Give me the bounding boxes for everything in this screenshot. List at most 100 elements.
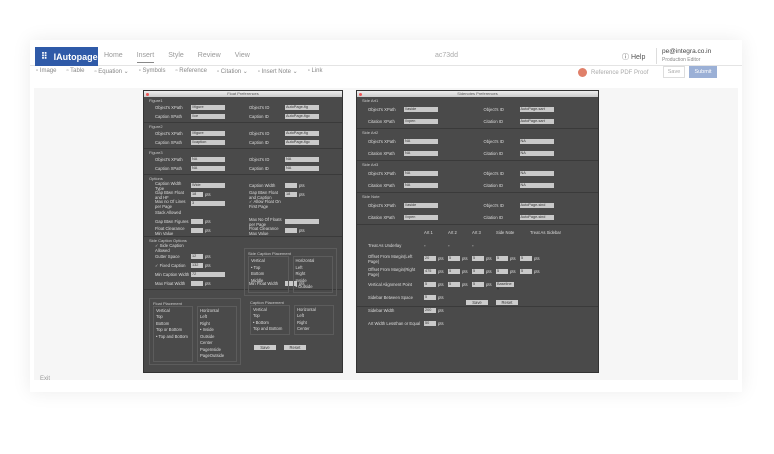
field-input[interactable]: 12 <box>191 254 203 259</box>
radio-option[interactable]: Middle <box>251 278 286 285</box>
radio-option[interactable]: • Outside <box>296 284 331 291</box>
field-input[interactable]: 72 <box>191 272 225 277</box>
value-input[interactable]: 5 <box>472 282 484 287</box>
toolbar-equation-button[interactable]: ▫ Equation ⌄ <box>95 68 129 75</box>
value-input[interactable]: 200 <box>424 308 436 313</box>
field-input[interactable]: 132 <box>191 263 203 268</box>
tab-insert[interactable]: Insert <box>136 52 155 63</box>
field-input[interactable]: NA <box>519 182 554 188</box>
toolbar-image-button[interactable]: ▫ Image <box>36 68 56 75</box>
field-input[interactable]: //xpen <box>404 214 438 220</box>
value-input[interactable]: 5 <box>424 282 436 287</box>
reset-button[interactable]: Reset <box>496 300 518 305</box>
tab-view[interactable]: View <box>235 52 250 63</box>
field-input[interactable]: AutoPage-sart <box>519 118 554 124</box>
user-menu[interactable]: pe@integra.co.in Production Editor <box>656 48 711 64</box>
field-input[interactable]: AutoPage-fig <box>285 131 319 136</box>
toolbar-symbols-button[interactable]: ▫ Symbols <box>139 68 166 75</box>
field-input[interactable]: AutoPage-sind <box>519 214 554 220</box>
reference-pdf-proof-button[interactable]: Reference PDF Proof <box>578 68 648 77</box>
value-input[interactable]: 20 <box>424 256 436 261</box>
radio-option[interactable]: PageOutside <box>200 353 234 360</box>
field-input[interactable]: NA <box>404 150 438 156</box>
unit-label: pts <box>486 269 492 274</box>
value-input[interactable]: 5 <box>496 269 508 274</box>
value-cell: 5 pts <box>472 269 496 274</box>
save-button[interactable]: Save <box>663 66 685 78</box>
field-input[interactable] <box>191 219 203 224</box>
field-input[interactable]: 18 <box>285 192 297 197</box>
field-input[interactable]: //aside <box>404 202 438 208</box>
field: Object's XPath NA <box>149 157 243 162</box>
tab-review[interactable]: Review <box>198 52 221 63</box>
radio-option[interactable]: Top and Bottom <box>253 326 287 333</box>
exit-link[interactable]: Exit <box>40 376 50 382</box>
alignment-select[interactable]: Baseline ▾ <box>496 282 514 291</box>
toolbar-insertnote-button[interactable]: ▫ Insert Note ⌄ <box>258 68 298 75</box>
field-input[interactable] <box>191 281 203 286</box>
field-input[interactable]: NA <box>519 138 554 144</box>
tab-home[interactable]: Home <box>104 52 123 63</box>
field-input[interactable]: AutoPage-figc <box>285 114 319 119</box>
field-input[interactable]: //ce <box>191 114 225 119</box>
app-brand-button[interactable]: ⠿ IAutopage <box>35 47 98 66</box>
radio-option[interactable]: Center <box>297 326 331 333</box>
value-input[interactable]: 50 <box>424 321 436 326</box>
value-input[interactable]: 5 <box>448 256 460 261</box>
field: Citation ID AutoPage-sind <box>478 214 594 220</box>
field-input[interactable] <box>191 228 203 233</box>
field-input[interactable]: //figure <box>191 131 225 136</box>
field-input[interactable]: NA <box>404 182 438 188</box>
radio-option[interactable]: • Top and Bottom <box>156 334 190 341</box>
value-input[interactable]: 5 <box>448 269 460 274</box>
value-input[interactable]: 5 <box>448 282 460 287</box>
value-input[interactable]: 5 <box>472 256 484 261</box>
field-input[interactable]: NA <box>404 170 438 176</box>
field-input[interactable]: NA <box>285 157 319 162</box>
unit-label: pts <box>205 254 211 259</box>
field-input[interactable]: AutoPage-sart <box>519 106 554 112</box>
value-input[interactable]: 5 <box>520 256 532 261</box>
field-input[interactable]: NA <box>191 157 225 162</box>
toolbar-citation-button[interactable]: ▫ Citation ⌄ <box>217 68 248 75</box>
toolbar-table-button[interactable]: ▫ Table <box>66 68 84 75</box>
field: ✓ Side Caption Allowed <box>149 243 243 253</box>
field-input[interactable]: 18 <box>191 192 203 197</box>
field-input[interactable] <box>285 219 319 224</box>
field-input[interactable]: Wide <box>191 183 225 188</box>
field-label: Caption XPath <box>155 140 183 145</box>
tab-style[interactable]: Style <box>168 52 184 63</box>
field-input[interactable]: NA <box>191 166 225 171</box>
field-input[interactable]: //figure <box>191 105 225 110</box>
field: Float Clearance Min Value pts <box>149 226 243 236</box>
toolbar-reference-button[interactable]: ▫ Reference <box>176 68 207 75</box>
field-input[interactable]: //xpen <box>404 118 438 124</box>
toolbar-link-button[interactable]: ▫ Link <box>308 68 323 75</box>
submit-button[interactable]: Submit <box>689 66 717 78</box>
field-input[interactable]: //aside <box>404 106 438 112</box>
checkbox[interactable]: ▫ <box>424 243 448 248</box>
value-input[interactable]: 475 <box>424 269 436 274</box>
value-input[interactable]: 5 <box>520 269 532 274</box>
help-button[interactable]: ⓘ Help <box>622 52 645 62</box>
reset-button[interactable]: Reset <box>284 344 306 350</box>
field-input[interactable] <box>285 228 297 233</box>
save-button[interactable]: Save <box>466 300 488 305</box>
field-input[interactable]: AutoPage-figc <box>285 140 319 145</box>
field-input[interactable]: NA <box>404 138 438 144</box>
value-input[interactable]: 5 <box>424 295 436 300</box>
field-input[interactable]: //caption <box>191 140 225 145</box>
field-input[interactable]: NA <box>285 166 319 171</box>
field: Object's XPath //aside <box>362 202 478 208</box>
checkbox[interactable]: ▫ <box>472 243 496 248</box>
save-button[interactable]: Save <box>254 344 276 350</box>
field-input[interactable]: 3 <box>191 201 225 206</box>
checkbox[interactable]: ▫ <box>448 243 472 248</box>
field-input[interactable]: AutoPage-fig <box>285 105 319 110</box>
field-input[interactable]: AutoPage-sind <box>519 202 554 208</box>
value-input[interactable]: 5 <box>496 256 508 261</box>
field-input[interactable]: NA <box>519 150 554 156</box>
value-input[interactable]: 5 <box>472 269 484 274</box>
field-input[interactable]: NA <box>519 170 554 176</box>
field-input[interactable] <box>285 183 297 188</box>
